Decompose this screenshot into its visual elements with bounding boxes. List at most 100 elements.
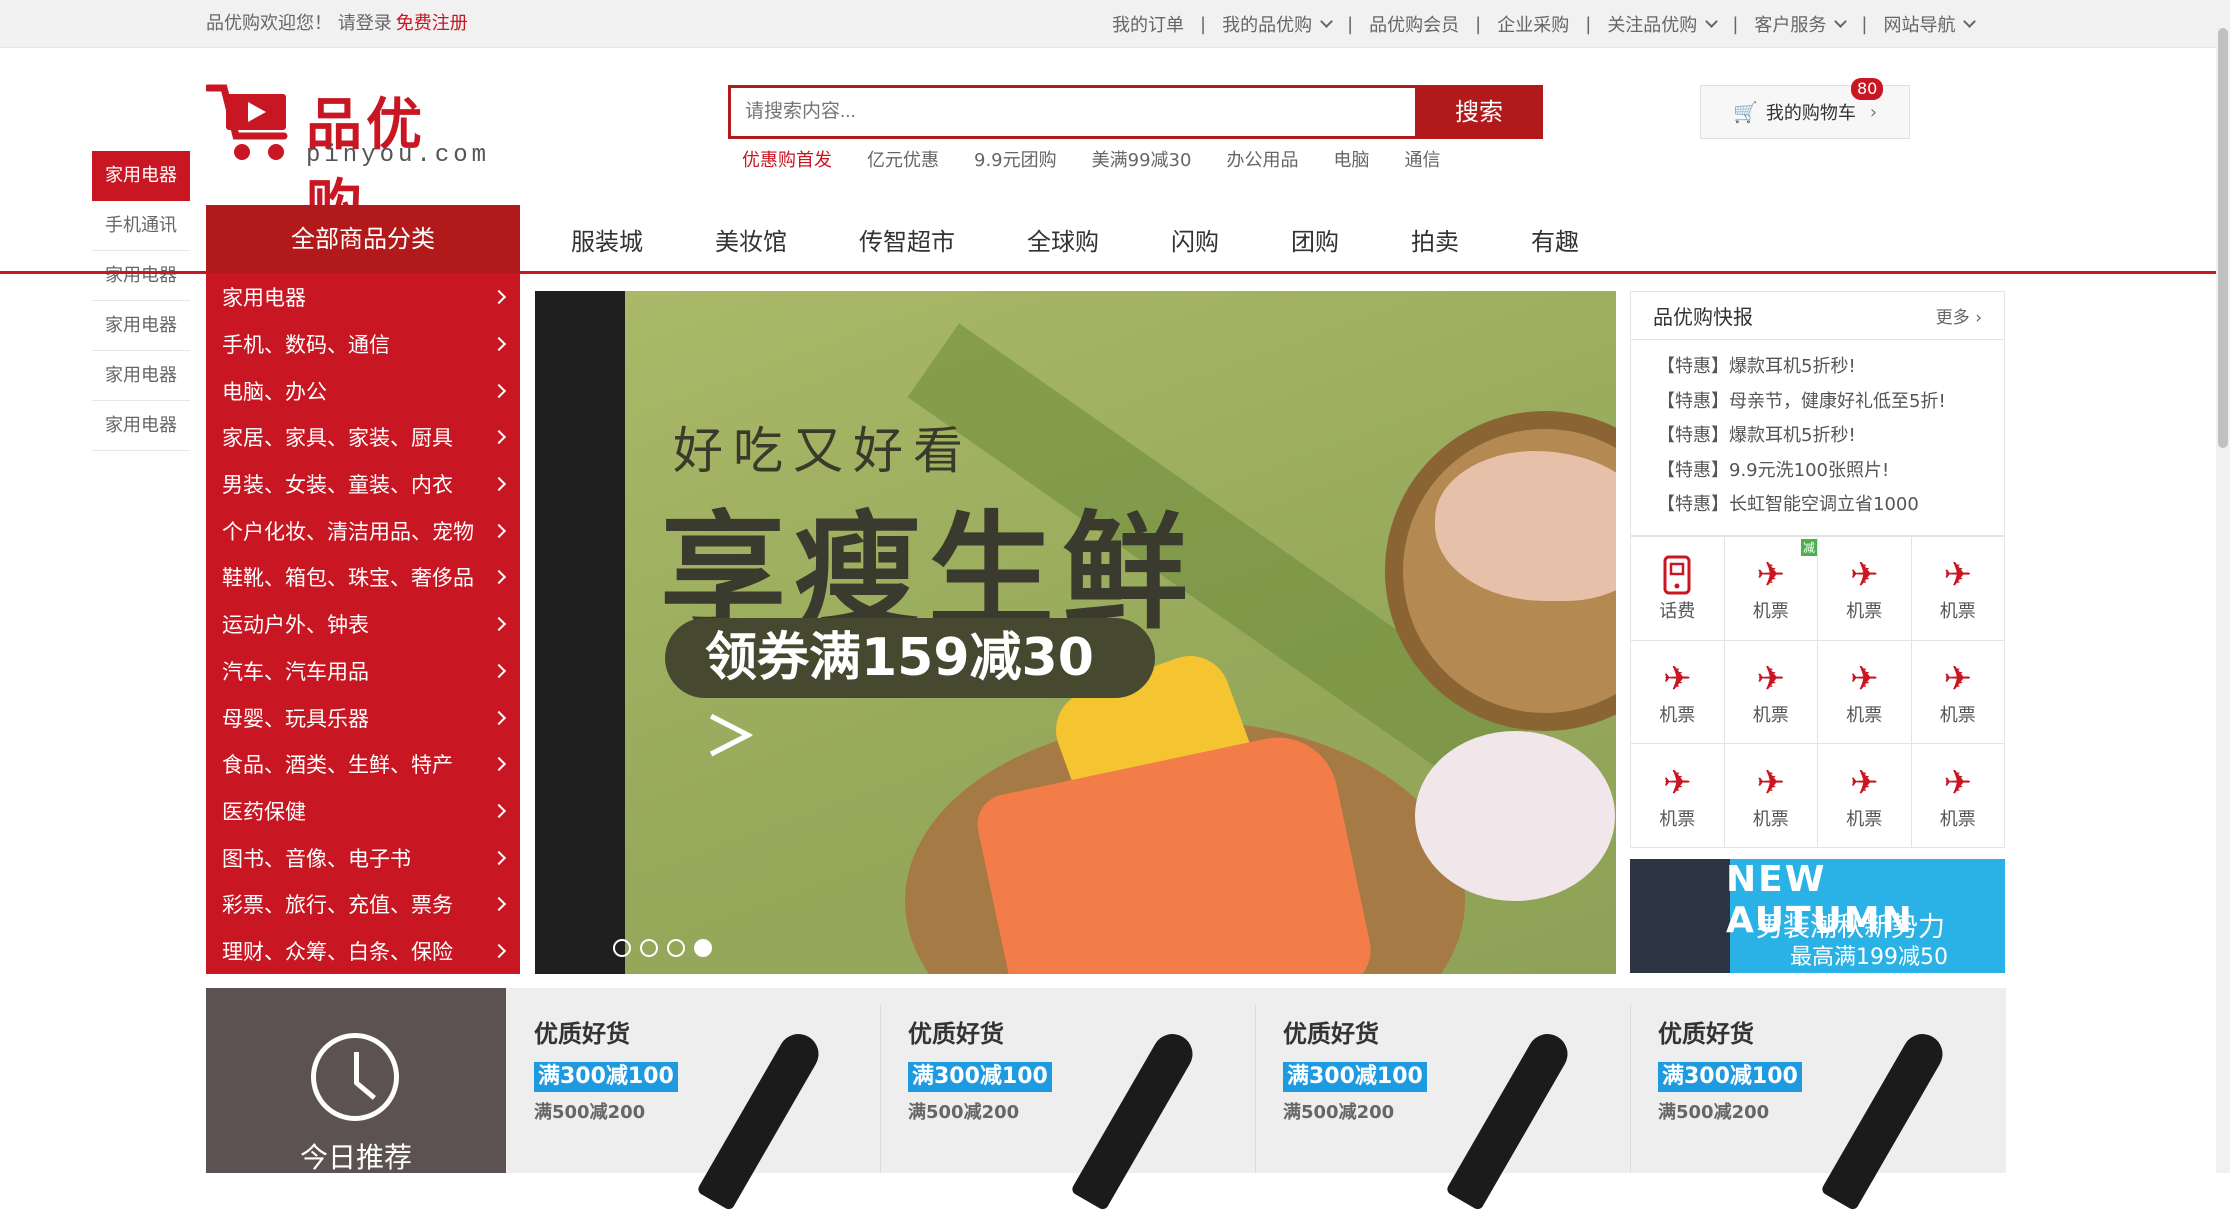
promo-badge: 满300减100 (1283, 1062, 1427, 1092)
service-flight[interactable]: ✈ 机票 (1911, 537, 2005, 641)
chevron-right-icon (491, 290, 507, 305)
nav-item[interactable]: 美妆馆 (715, 222, 787, 257)
category-item[interactable]: 理财、众筹、白条、保险 (206, 928, 520, 975)
category-item[interactable]: 彩票、旅行、充值、票务 (206, 881, 520, 928)
news-item[interactable]: 【特惠】母亲节，健康好礼低至5折! (1657, 385, 2004, 420)
nav-item[interactable]: 服装城 (571, 222, 643, 257)
news-item[interactable]: 【特惠】爆款耳机5折秒! (1657, 350, 2004, 385)
service-flight[interactable]: ✈ 机票 (1818, 537, 1912, 641)
category-item[interactable]: 家用电器 (206, 274, 520, 321)
site-nav-link[interactable]: 网站导航 (1871, 11, 1986, 37)
product-card[interactable]: 优质好货 满300减100 满500减200 (880, 1004, 1254, 1211)
search-button[interactable]: 搜索 (1415, 85, 1543, 139)
news-item[interactable]: 【特惠】长虹智能空调立省1000 (1657, 488, 2004, 523)
nav-item[interactable]: 团购 (1291, 222, 1339, 257)
news-item[interactable]: 【特惠】爆款耳机5折秒! (1657, 419, 2004, 454)
hot-word[interactable]: 亿元优惠 (867, 146, 939, 172)
category-item[interactable]: 汽车、汽车用品 (206, 648, 520, 695)
carousel-dot[interactable] (640, 939, 658, 957)
more-label: 更多 (1935, 308, 1970, 328)
follow-link[interactable]: 关注品优购 (1595, 11, 1728, 37)
promo-badge: 满300减100 (908, 1062, 1052, 1092)
news-title: 品优购快报 (1653, 305, 1753, 329)
hot-word[interactable]: 9.9元团购 (974, 146, 1057, 172)
customer-service-label: 客户服务 (1754, 15, 1827, 36)
nav-item[interactable]: 闪购 (1171, 222, 1219, 257)
category-item[interactable]: 手机、数码、通信 (206, 321, 520, 368)
member-label: 品优购会员 (1369, 15, 1460, 36)
all-categories-header[interactable]: 全部商品分类 (206, 205, 520, 273)
carousel-dot[interactable] (667, 939, 685, 957)
product-card[interactable]: 优质好货 满300减100 满500减200 (506, 1004, 880, 1211)
service-flight[interactable]: ✈ 机票 (1911, 744, 2005, 848)
carousel-dot[interactable] (613, 939, 631, 957)
coupon-button[interactable]: 领券满159减30 ＞ (665, 618, 1155, 768)
service-flight[interactable]: ✈ 机票 (1911, 640, 2005, 745)
vacuum-image (1070, 1026, 1200, 1211)
service-flight[interactable]: ✈ 机票 (1724, 640, 1818, 745)
member-link[interactable]: 品优购会员 (1357, 11, 1471, 37)
autumn-ad-banner[interactable]: NEW AUTUMN 男装潮秋新势力 最高满199减50 (1630, 859, 2005, 973)
my-orders-link[interactable]: 我的订单 (1100, 11, 1196, 37)
service-flight[interactable]: ✈ 机票 (1818, 744, 1912, 848)
sidenav-item[interactable]: 家用电器 (92, 151, 190, 201)
service-flight[interactable]: ✈ 机票 (1818, 640, 1912, 745)
category-item[interactable]: 电脑、办公 (206, 367, 520, 414)
hot-word[interactable]: 通信 (1404, 146, 1440, 172)
sidenav-item[interactable]: 家用电器 (92, 251, 190, 301)
category-label: 食品、酒类、生鲜、特产 (222, 753, 453, 778)
nav-item[interactable]: 有趣 (1531, 222, 1579, 257)
news-more-link[interactable]: 更多 › (1936, 303, 1982, 328)
search-input[interactable] (731, 88, 1413, 136)
service-phone-bill[interactable]: 话费 (1631, 537, 1725, 641)
category-label: 家用电器 (222, 286, 306, 311)
hot-word[interactable]: 优惠购首发 (742, 146, 832, 172)
welcome-text[interactable]: 品优购欢迎您！ 请登录 (206, 13, 392, 34)
service-flight[interactable]: ✈ 机票 (1631, 744, 1725, 848)
nav-item[interactable]: 传智超市 (859, 222, 955, 257)
category-item[interactable]: 医药保健 (206, 788, 520, 835)
product-card[interactable]: 优质好货 满300减100 满500减200 (1630, 1004, 2004, 1211)
category-item[interactable]: 男装、女装、童装、内衣 (206, 461, 520, 508)
category-item[interactable]: 个户化妆、清洁用品、宠物 (206, 507, 520, 554)
carousel-dot-active[interactable] (694, 939, 712, 957)
sidenav-item[interactable]: 家用电器 (92, 351, 190, 401)
cart-button[interactable]: 🛒 我的购物车 › 80 (1700, 78, 1910, 139)
register-link[interactable]: 免费注册 (396, 13, 468, 34)
hot-word[interactable]: 美满99减30 (1092, 146, 1192, 172)
category-item[interactable]: 运动户外、钟表 (206, 601, 520, 648)
customer-service-link[interactable]: 客户服务 (1742, 11, 1857, 37)
category-item[interactable]: 母婴、玩具乐器 (206, 694, 520, 741)
category-item[interactable]: 鞋靴、箱包、珠宝、奢侈品 (206, 554, 520, 601)
service-flight[interactable]: ✈ 机票 (1724, 744, 1818, 848)
sidenav-item[interactable]: 家用电器 (92, 401, 190, 451)
service-flight[interactable]: ✈ 机票 (1631, 640, 1725, 745)
follow-label: 关注品优购 (1607, 15, 1698, 36)
news-list: 【特惠】爆款耳机5折秒! 【特惠】母亲节，健康好礼低至5折! 【特惠】爆款耳机5… (1631, 340, 2004, 523)
category-item[interactable]: 图书、音像、电子书 (206, 834, 520, 881)
service-flight[interactable]: 减 ✈ 机票 (1724, 537, 1818, 641)
sidenav-item[interactable]: 手机通讯 (92, 201, 190, 251)
product-card[interactable]: 优质好货 满300减100 满500减200 (1255, 1004, 1629, 1211)
page-scrollbar[interactable] (2216, 0, 2230, 1173)
nav-item[interactable]: 拍卖 (1411, 222, 1459, 257)
site-logo[interactable]: 品优购 pinyou.com (206, 80, 486, 239)
my-pinyou-label: 我的品优购 (1222, 15, 1313, 36)
category-list: 家用电器 手机、数码、通信 电脑、办公 家居、家具、家装、厨具 男装、女装、童装… (206, 274, 520, 974)
category-label: 汽车、汽车用品 (222, 659, 369, 684)
chevron-down-icon (1963, 15, 1977, 28)
chevron-down-icon (1705, 15, 1719, 28)
news-item[interactable]: 【特惠】9.9元洗100张照片! (1657, 454, 2004, 489)
hot-word[interactable]: 办公用品 (1226, 146, 1298, 172)
hero-carousel[interactable]: 好吃又好看 享瘦生鲜 领券满159减30 ＞ (535, 291, 1616, 974)
nav-item[interactable]: 全球购 (1027, 222, 1099, 257)
category-item[interactable]: 家居、家具、家装、厨具 (206, 414, 520, 461)
chevron-right-icon (491, 663, 507, 678)
my-pinyou-link[interactable]: 我的品优购 (1210, 11, 1343, 37)
hot-word[interactable]: 电脑 (1333, 146, 1369, 172)
sidenav-item[interactable]: 家用电器 (92, 301, 190, 351)
category-item[interactable]: 食品、酒类、生鲜、特产 (206, 741, 520, 788)
scrollbar-thumb[interactable] (2218, 28, 2228, 448)
enterprise-label: 企业采购 (1497, 15, 1570, 36)
enterprise-link[interactable]: 企业采购 (1485, 11, 1581, 37)
